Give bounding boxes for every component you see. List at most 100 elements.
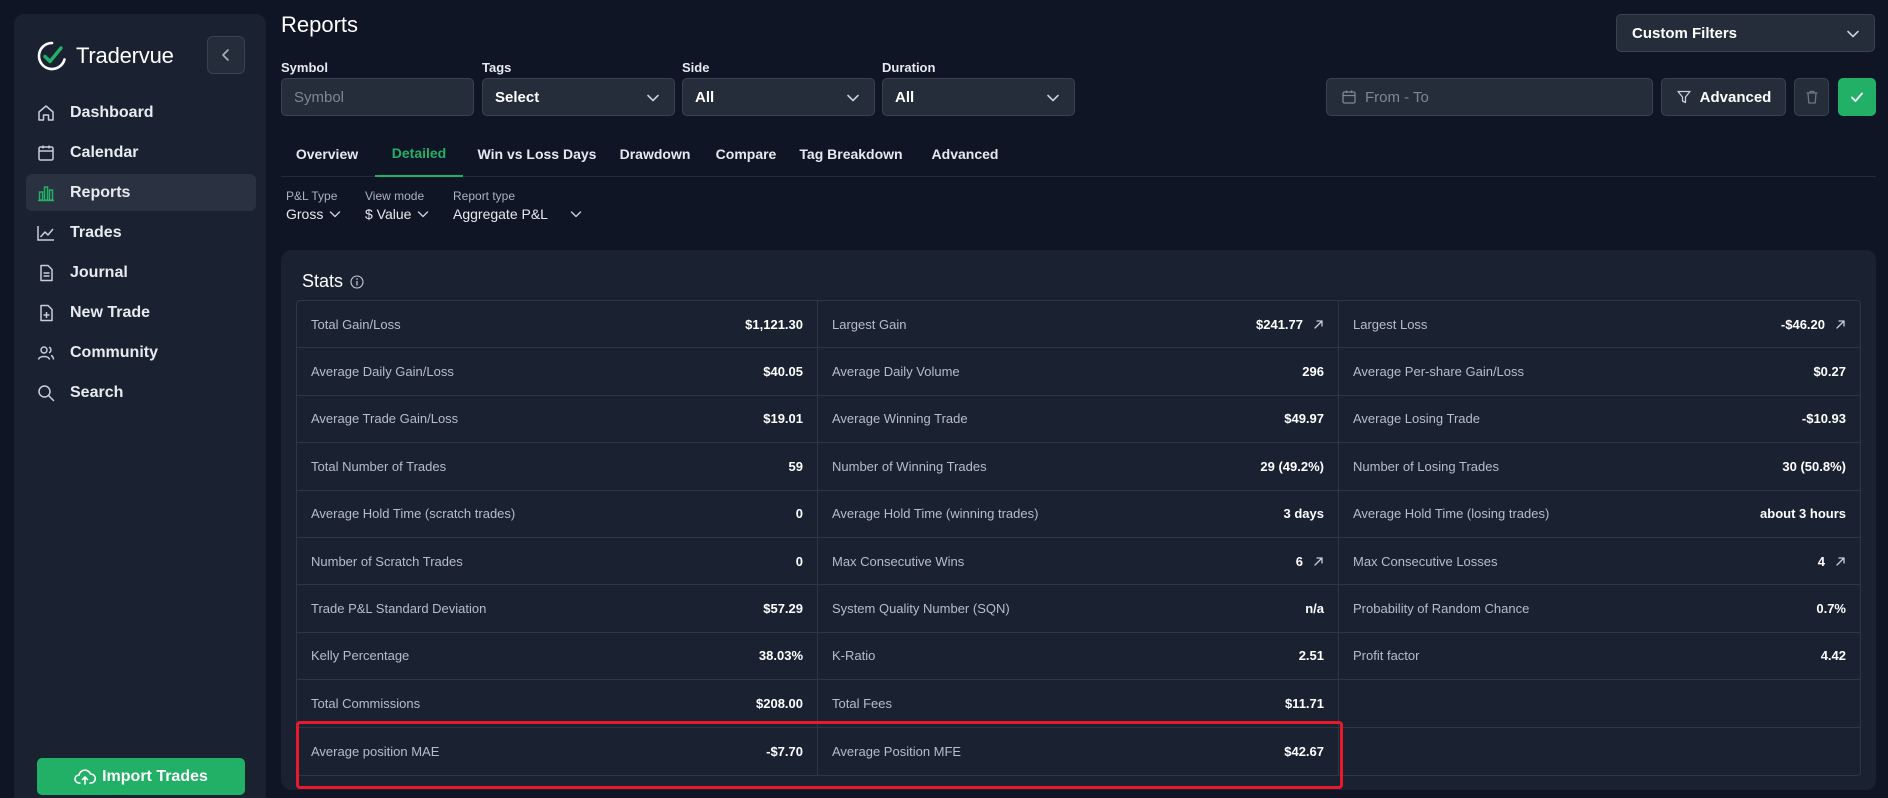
sidebar-item-reports[interactable]: Reports bbox=[26, 174, 256, 211]
collapse-sidebar-button[interactable] bbox=[207, 36, 245, 74]
sidebar-item-dashboard[interactable]: Dashboard bbox=[26, 94, 256, 131]
tab-tag-breakdown[interactable]: Tag Breakdown bbox=[789, 130, 913, 177]
stat-value-wrap: 0 bbox=[796, 506, 803, 521]
logo[interactable]: Tradervue bbox=[36, 40, 174, 72]
stat-value-wrap: 0 bbox=[796, 554, 803, 569]
stat-value: -$46.20 bbox=[1780, 316, 1825, 332]
chevron-down-icon bbox=[330, 211, 341, 218]
date-range-input[interactable]: From - To bbox=[1326, 78, 1653, 116]
stat-value-wrap: $49.97 bbox=[1284, 411, 1324, 426]
tags-label: Tags bbox=[482, 60, 512, 75]
sidebar-item-trades[interactable]: Trades bbox=[26, 214, 256, 251]
stat-value-wrap: 4.42 bbox=[1821, 648, 1846, 663]
stat-value: $1,121.30 bbox=[745, 316, 803, 332]
stat-value: 29 (49.2%) bbox=[1260, 458, 1324, 474]
stats-cell: Average Trade Gain/Loss $19.01 bbox=[297, 395, 818, 444]
tab-detailed[interactable]: Detailed bbox=[375, 130, 463, 177]
stats-cell bbox=[1339, 680, 1860, 728]
info-icon[interactable] bbox=[350, 274, 364, 289]
logo-text: Tradervue bbox=[76, 43, 174, 68]
clear-filters-button[interactable] bbox=[1794, 78, 1829, 116]
stat-value: $241.77 bbox=[1256, 316, 1303, 332]
stats-cell: Average Daily Gain/Loss $40.05 bbox=[297, 348, 818, 396]
duration-select[interactable]: All bbox=[882, 78, 1075, 116]
advanced-filter-button[interactable]: Advanced bbox=[1661, 78, 1786, 116]
chevron-down-icon bbox=[847, 94, 859, 102]
side-select-value: All bbox=[695, 88, 715, 106]
tab-compare[interactable]: Compare bbox=[705, 130, 787, 177]
stats-cell: Max Consecutive Losses 4 bbox=[1339, 538, 1860, 586]
stat-value: $0.27 bbox=[1813, 364, 1846, 380]
stats-title: Stats bbox=[302, 271, 364, 292]
report-type-label: Report type bbox=[453, 189, 516, 203]
sidebar-item-new-trade[interactable]: New Trade bbox=[26, 294, 256, 331]
document-icon bbox=[40, 264, 53, 281]
view-mode-select[interactable]: $ Value bbox=[365, 206, 429, 222]
stat-value: 30 (50.8%) bbox=[1782, 458, 1846, 474]
stats-cell: Number of Losing Trades 30 (50.8%) bbox=[1339, 443, 1860, 491]
stat-value-wrap: 0.7% bbox=[1816, 601, 1846, 616]
stat-value: $11.71 bbox=[1284, 695, 1324, 711]
stat-label: Average Hold Time (winning trades) bbox=[832, 506, 1039, 522]
side-select[interactable]: All bbox=[682, 78, 875, 116]
sidebar-item-calendar[interactable]: Calendar bbox=[26, 134, 256, 171]
stat-value-wrap: 296 bbox=[1302, 364, 1324, 379]
stat-value: $57.29 bbox=[763, 601, 803, 617]
stat-label: Max Consecutive Losses bbox=[1353, 553, 1498, 569]
stats-cell: Average Position MFE $42.67 bbox=[818, 727, 1339, 775]
calendar-icon bbox=[1342, 90, 1356, 104]
chevron-down-icon bbox=[418, 211, 429, 218]
report-type-value: Aggregate P&L bbox=[453, 206, 548, 222]
stat-label: Profit factor bbox=[1353, 648, 1420, 664]
search-icon bbox=[38, 384, 55, 401]
stat-label: Total Commissions bbox=[311, 695, 421, 711]
stats-cell: Average Daily Volume 296 bbox=[818, 348, 1339, 396]
sidebar-item-search[interactable]: Search bbox=[26, 374, 256, 411]
tab-overview[interactable]: Overview bbox=[281, 130, 373, 177]
stat-value: 6 bbox=[1295, 553, 1303, 569]
bar-chart-icon bbox=[38, 185, 54, 201]
stat-value-wrap: $40.05 bbox=[763, 364, 803, 379]
stats-cell bbox=[1339, 728, 1860, 775]
stat-value-wrap: 6 bbox=[1296, 554, 1324, 569]
stat-value: 4.42 bbox=[1820, 648, 1846, 664]
report-type-select[interactable]: Aggregate P&L bbox=[453, 206, 582, 222]
external-link-icon[interactable] bbox=[1313, 556, 1324, 567]
stat-value-wrap: 2.51 bbox=[1299, 648, 1324, 663]
custom-filters-dropdown[interactable]: Custom Filters bbox=[1616, 14, 1875, 52]
stat-value: 3 days bbox=[1283, 506, 1324, 522]
symbol-label: Symbol bbox=[281, 60, 328, 75]
sidebar-item-label: Reports bbox=[70, 183, 131, 201]
tab-win-vs-loss-days[interactable]: Win vs Loss Days bbox=[467, 130, 607, 177]
tags-select-value: Select bbox=[495, 88, 540, 106]
pnl-type-select[interactable]: Gross bbox=[286, 206, 341, 222]
stats-cell: Average Losing Trade -$10.93 bbox=[1339, 396, 1860, 444]
tab-drawdown[interactable]: Drawdown bbox=[609, 130, 701, 177]
external-link-icon[interactable] bbox=[1835, 556, 1846, 567]
stat-value-wrap: $42.67 bbox=[1284, 744, 1324, 759]
filter-icon bbox=[1676, 90, 1691, 104]
symbol-input[interactable] bbox=[281, 78, 474, 116]
stats-cell: Largest Gain $241.77 bbox=[818, 301, 1339, 349]
stats-cell: Number of Scratch Trades 0 bbox=[297, 537, 818, 586]
stat-value-wrap: 59 bbox=[789, 459, 803, 474]
stat-value: n/a bbox=[1305, 601, 1324, 617]
import-trades-button[interactable]: Import Trades bbox=[37, 758, 245, 795]
stats-cell: Total Commissions $208.00 bbox=[297, 680, 818, 728]
stat-value: 4 bbox=[1817, 553, 1825, 569]
sidebar-item-community[interactable]: Community bbox=[26, 334, 256, 371]
stat-label: Total Gain/Loss bbox=[311, 316, 401, 332]
tags-select[interactable]: Select bbox=[482, 78, 675, 116]
external-link-icon[interactable] bbox=[1313, 319, 1324, 330]
stat-value: about 3 hours bbox=[1760, 506, 1846, 522]
apply-filters-button[interactable] bbox=[1838, 78, 1876, 116]
stats-cell: K-Ratio 2.51 bbox=[818, 632, 1339, 681]
external-link-icon[interactable] bbox=[1835, 319, 1846, 330]
tab-advanced[interactable]: Advanced bbox=[917, 130, 1013, 177]
chevron-down-icon bbox=[1847, 30, 1859, 38]
stat-label: Average Trade Gain/Loss bbox=[311, 411, 459, 427]
stat-value: $19.01 bbox=[763, 411, 803, 427]
sidebar-item-journal[interactable]: Journal bbox=[26, 254, 256, 291]
duration-label: Duration bbox=[882, 60, 936, 75]
stat-value: 38.03% bbox=[758, 648, 803, 664]
